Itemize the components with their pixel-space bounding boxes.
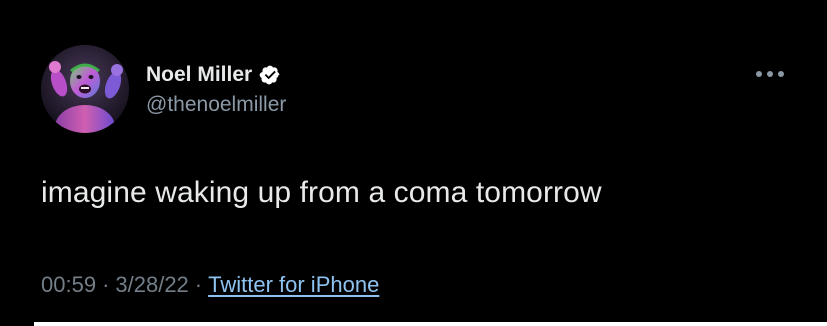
- tweet-date[interactable]: 3/28/22: [115, 272, 188, 298]
- bottom-divider: [0, 322, 827, 326]
- tweet-text: imagine waking up from a coma tomorrow: [41, 176, 602, 209]
- tweet-meta-row: 00:59 · 3/28/22 · Twitter for iPhone: [41, 272, 379, 298]
- avatar-photo-icon: [41, 45, 129, 133]
- more-options-icon: [756, 71, 784, 77]
- meta-separator: ·: [102, 272, 110, 297]
- more-options-button[interactable]: [752, 64, 788, 84]
- bottom-divider-gap: [0, 322, 34, 326]
- author-handle[interactable]: @thenoelmiller: [146, 93, 286, 117]
- meta-separator: ·: [194, 272, 203, 297]
- tweet-source-link[interactable]: Twitter for iPhone: [208, 272, 379, 298]
- verified-badge-icon: [259, 64, 281, 86]
- avatar[interactable]: [41, 45, 129, 133]
- author-name-row[interactable]: Noel Miller: [146, 60, 281, 90]
- tweet-time[interactable]: 00:59: [41, 272, 96, 298]
- author-display-name[interactable]: Noel Miller: [146, 63, 252, 87]
